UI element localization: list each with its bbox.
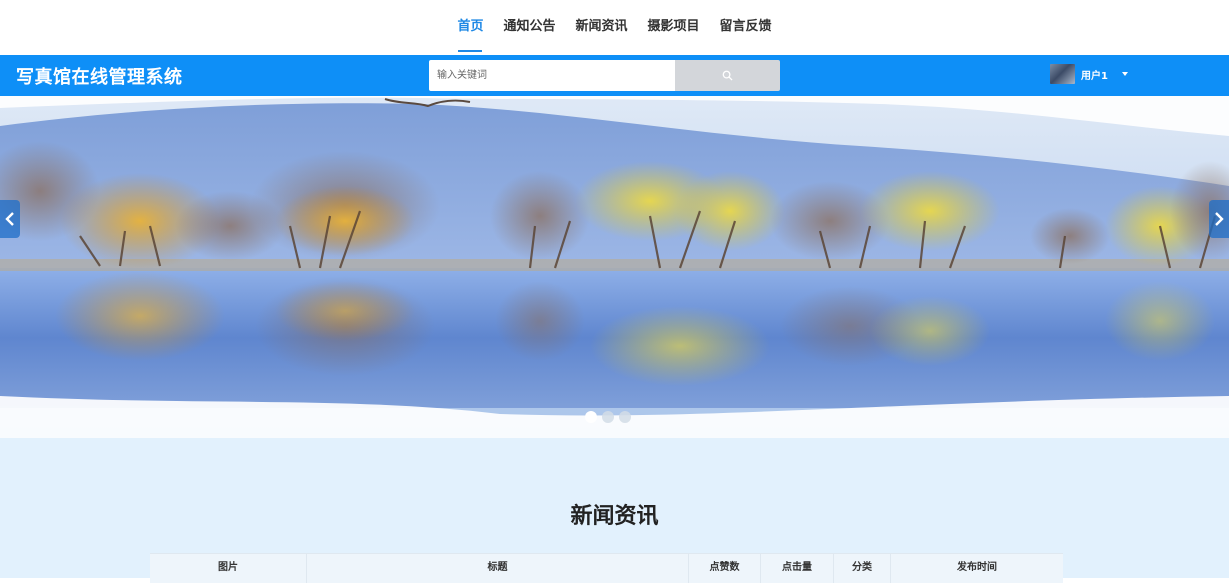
search-input[interactable] [429, 60, 675, 91]
nav-item-news[interactable]: 新闻资讯 [565, 18, 637, 52]
chevron-left-icon [5, 212, 14, 226]
banner-carousel [0, 96, 1229, 438]
search-box [429, 60, 780, 91]
nav-item-photo-projects[interactable]: 摄影项目 [638, 18, 710, 52]
column-header-publish-time[interactable]: 发布时间 [891, 554, 1063, 583]
nav-item-feedback[interactable]: 留言反馈 [710, 18, 782, 52]
carousel-next-button[interactable] [1209, 200, 1229, 238]
banner-image [0, 96, 1229, 438]
user-menu[interactable]: 用户1 [1050, 60, 1128, 88]
carousel-dot-3[interactable] [619, 411, 631, 423]
news-section: 新闻资讯 图片 标题 点赞数 点击量 分类 发布时间 [0, 438, 1229, 583]
top-nav: 首页 通知公告 新闻资讯 摄影项目 留言反馈 [0, 0, 1229, 55]
search-button[interactable] [675, 60, 780, 91]
user-name: 用户1 [1081, 70, 1108, 82]
nav-list: 首页 通知公告 新闻资讯 摄影项目 留言反馈 [447, 18, 781, 52]
caret-down-icon [1121, 72, 1128, 76]
column-header-title[interactable]: 标题 [307, 554, 689, 583]
header-bar: 写真馆在线管理系统 用户1 [0, 55, 1229, 96]
news-table-header: 图片 标题 点赞数 点击量 分类 发布时间 [150, 553, 1063, 583]
carousel-prev-button[interactable] [0, 200, 20, 238]
carousel-indicators [585, 411, 631, 423]
column-header-likes[interactable]: 点赞数 [689, 554, 761, 583]
avatar[interactable] [1050, 64, 1075, 84]
nav-item-home[interactable]: 首页 [447, 18, 493, 52]
carousel-dot-1[interactable] [585, 411, 597, 423]
nav-item-notices[interactable]: 通知公告 [493, 18, 565, 52]
chevron-right-icon [1215, 212, 1224, 226]
search-icon [722, 70, 733, 81]
column-header-clicks[interactable]: 点击量 [761, 554, 834, 583]
column-header-image[interactable]: 图片 [150, 554, 307, 583]
site-title: 写真馆在线管理系统 [16, 67, 183, 88]
column-header-category[interactable]: 分类 [834, 554, 891, 583]
carousel-dot-2[interactable] [602, 411, 614, 423]
news-section-title: 新闻资讯 [570, 504, 659, 529]
